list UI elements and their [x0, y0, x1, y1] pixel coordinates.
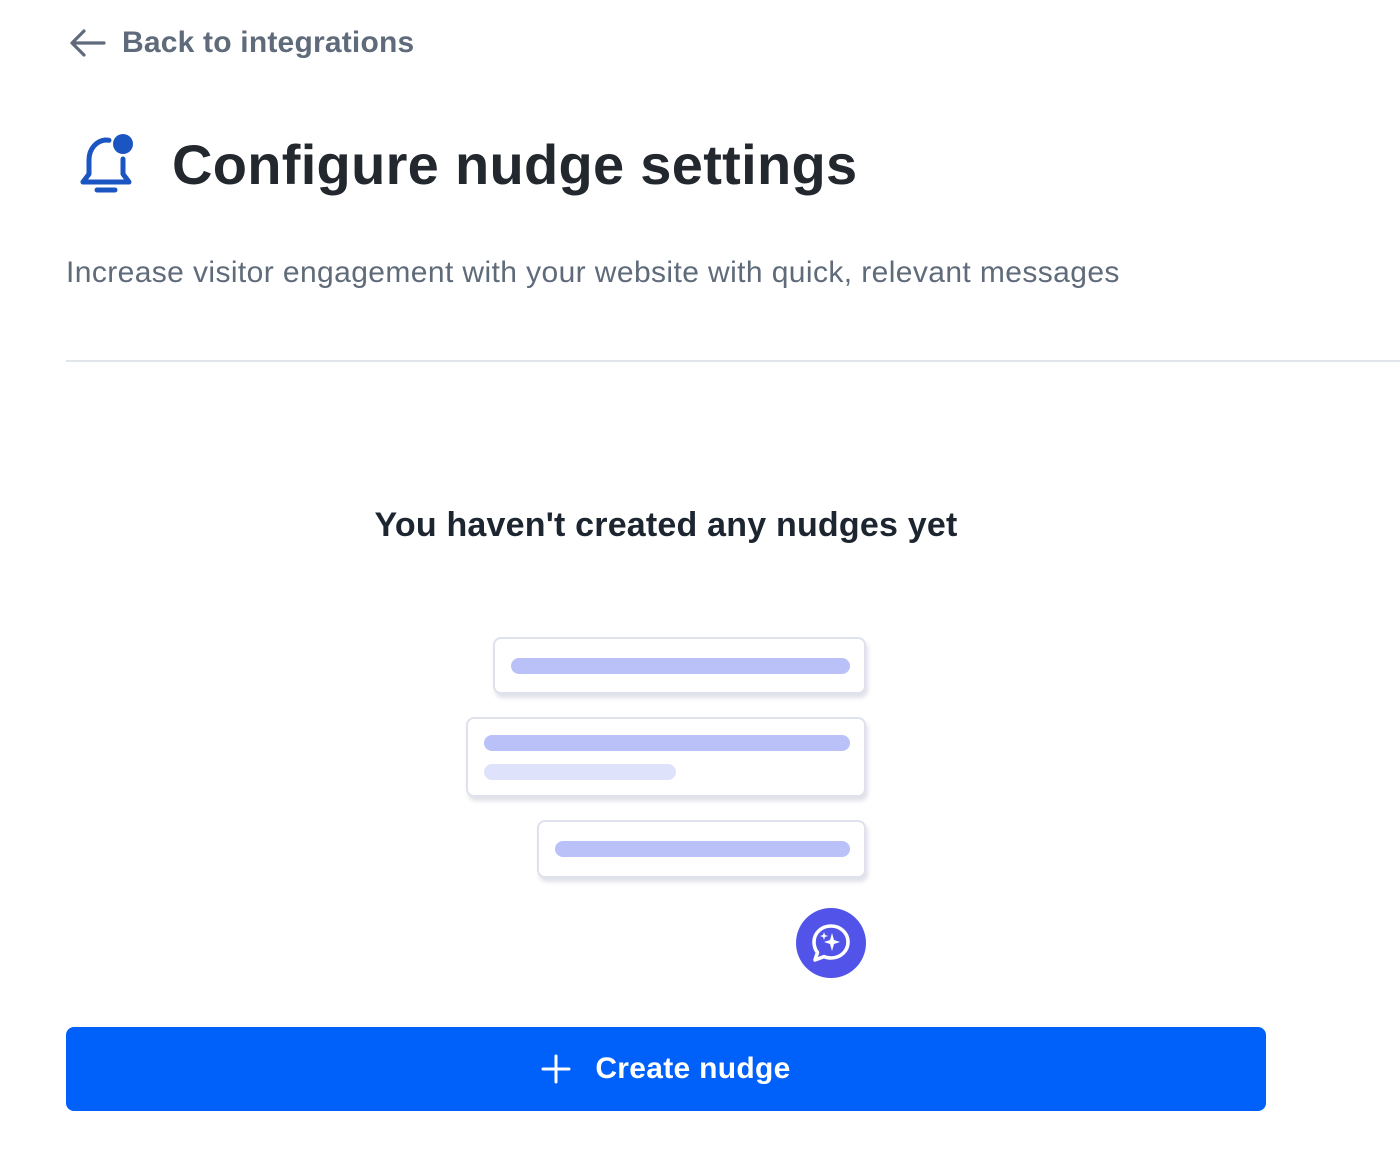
arrow-left-icon: [68, 27, 108, 59]
placeholder-bar: [555, 841, 850, 857]
empty-state-title: You haven't created any nudges yet: [374, 506, 958, 544]
page-subtitle: Increase visitor engagement with your we…: [66, 256, 1120, 289]
plus-icon: [541, 1054, 571, 1084]
placeholder-bar: [484, 764, 676, 780]
page-header: Configure nudge settings: [72, 122, 857, 206]
chat-sparkle-icon: [796, 908, 866, 978]
create-nudge-button[interactable]: Create nudge: [66, 1027, 1266, 1111]
illustration-card: [537, 820, 866, 878]
back-link-label: Back to integrations: [122, 26, 415, 59]
placeholder-bar: [511, 658, 850, 674]
back-to-integrations-link[interactable]: Back to integrations: [68, 22, 414, 64]
bell-icon: [72, 129, 140, 199]
placeholder-bar: [484, 735, 850, 751]
header-divider: [66, 360, 1400, 362]
illustration-card: [493, 637, 866, 694]
illustration-card: [466, 717, 866, 797]
nudges-illustration: [460, 630, 880, 990]
page-title: Configure nudge settings: [172, 132, 858, 196]
create-nudge-label: Create nudge: [595, 1052, 791, 1085]
